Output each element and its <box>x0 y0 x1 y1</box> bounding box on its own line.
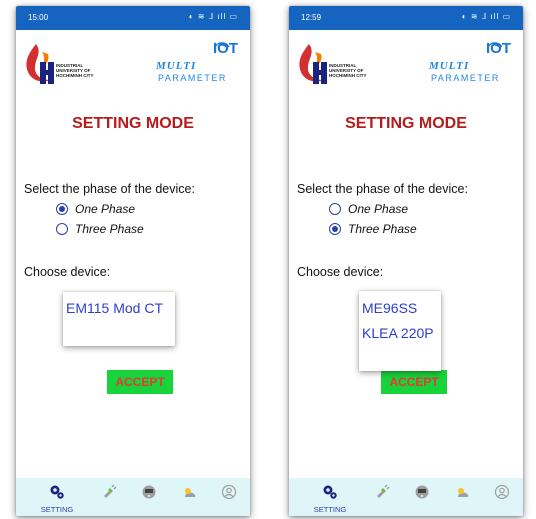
status-bar: 12:59 ◐ ≋ ⅃ ıll ▭ <box>289 6 523 30</box>
device-dropdown-menu[interactable]: ME96SS KLEA 220P <box>359 291 441 371</box>
nav-setting[interactable]: SETTING <box>314 484 346 514</box>
radio-label: Three Phase <box>75 222 144 236</box>
app-header: INDUSTRIAL UNIVERSITY OF HOCHIMINH CITY … <box>16 30 250 96</box>
device-prompt: Choose device: <box>24 265 111 279</box>
nav-weather[interactable] <box>447 484 477 514</box>
university-logo: INDUSTRIAL UNIVERSITY OF HOCHIMINH CITY <box>295 40 385 90</box>
nav-setting-label: SETTING <box>313 505 347 514</box>
gears-icon <box>323 485 337 499</box>
nav-setting-label: SETTING <box>40 505 74 514</box>
bottom-navigation: SETTING <box>289 478 523 516</box>
weather-icon <box>458 488 469 497</box>
phone-screen-three-phase: 12:59 ◐ ≋ ⅃ ıll ▭ INDUSTRIAL UNIVERSITY … <box>289 6 523 516</box>
account-icon <box>494 484 510 500</box>
account-icon <box>221 484 237 500</box>
device-option-me96ss[interactable]: ME96SS <box>362 300 417 316</box>
status-time: 15:00 <box>28 13 49 22</box>
page-title: SETTING MODE <box>72 115 194 132</box>
radio-label: One Phase <box>75 202 136 216</box>
device-option-em115[interactable]: EM115 Mod CT <box>66 300 163 316</box>
plug-icon <box>377 484 390 498</box>
nav-account[interactable] <box>214 484 244 514</box>
accept-button[interactable]: ACCEPT <box>107 370 173 394</box>
status-icons: ◐ ≋ ⅃ ıll ▭ <box>188 12 238 21</box>
parameter-logo-text: PARAMETER <box>158 73 227 83</box>
meter-icon <box>142 485 156 499</box>
radio-selected-icon[interactable] <box>56 203 68 215</box>
university-logo-text: INDUSTRIAL UNIVERSITY OF HOCHIMINH CITY <box>329 63 367 78</box>
radio-unselected-icon[interactable] <box>329 203 341 215</box>
multi-logo-text: MULTI <box>156 60 197 72</box>
nav-device[interactable] <box>94 484 124 514</box>
status-bar: 15:00 ◐ ≋ ⅃ ıll ▭ <box>16 6 250 30</box>
status-icons: ◐ ≋ ⅃ ıll ▭ <box>461 12 511 21</box>
nav-setting[interactable]: SETTING <box>41 484 73 514</box>
status-time: 12:59 <box>301 13 322 22</box>
nav-account[interactable] <box>487 484 517 514</box>
device-dropdown-menu[interactable]: EM115 Mod CT <box>63 292 175 346</box>
radio-selected-icon[interactable] <box>329 223 341 235</box>
device-prompt: Choose device: <box>297 265 384 279</box>
radio-label: One Phase <box>348 202 409 216</box>
app-header: INDUSTRIAL UNIVERSITY OF HOCHIMINH CITY … <box>289 30 523 96</box>
radio-label: Three Phase <box>348 222 417 236</box>
meter-icon <box>415 485 429 499</box>
parameter-logo-text: PARAMETER <box>431 73 500 83</box>
iot-multiparameter-logo: IOT MULTI PARAMETER <box>150 38 240 88</box>
phone-screen-one-phase: 15:00 ◐ ≋ ⅃ ıll ▭ INDUSTRIAL UNIVERSITY … <box>16 6 250 516</box>
weather-icon <box>185 488 196 497</box>
plug-icon <box>104 484 117 498</box>
bottom-navigation: SETTING <box>16 478 250 516</box>
gears-icon <box>50 485 64 499</box>
university-logo: INDUSTRIAL UNIVERSITY OF HOCHIMINH CITY <box>22 40 112 90</box>
nav-meter[interactable] <box>407 484 437 514</box>
phase-prompt: Select the phase of the device: <box>297 182 468 196</box>
nav-device[interactable] <box>367 484 397 514</box>
accept-button[interactable]: ACCEPT <box>381 370 447 394</box>
page-title: SETTING MODE <box>345 115 467 132</box>
iot-multiparameter-logo: IOT MULTI PARAMETER <box>423 38 513 88</box>
multi-logo-text: MULTI <box>429 60 470 72</box>
device-option-klea220p[interactable]: KLEA 220P <box>362 325 434 341</box>
phase-prompt: Select the phase of the device: <box>24 182 195 196</box>
radio-unselected-icon[interactable] <box>56 223 68 235</box>
university-logo-text: INDUSTRIAL UNIVERSITY OF HOCHIMINH CITY <box>56 63 94 78</box>
nav-weather[interactable] <box>174 484 204 514</box>
nav-meter[interactable] <box>134 484 164 514</box>
